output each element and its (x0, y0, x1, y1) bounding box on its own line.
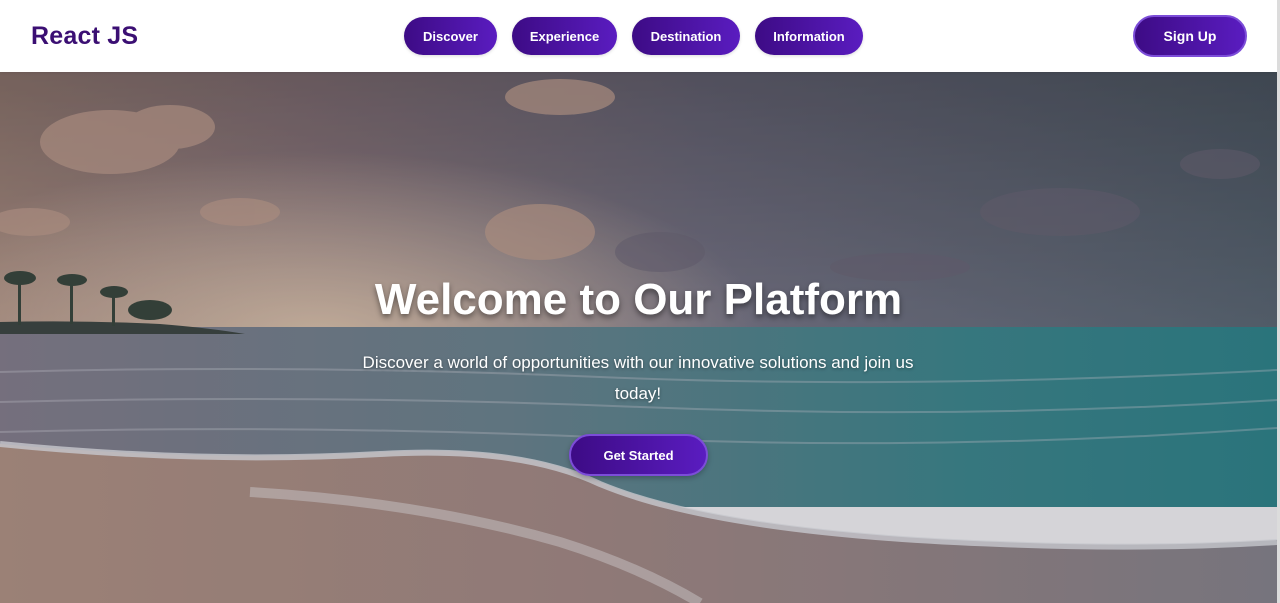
top-navbar: React JS Discover Experience Destination… (0, 0, 1277, 72)
hero-dark-overlay (0, 72, 1277, 603)
nav-experience-button[interactable]: Experience (512, 17, 617, 55)
nav-destination-button[interactable]: Destination (632, 17, 740, 55)
hero-section: Welcome to Our Platform Discover a world… (0, 72, 1277, 603)
nav-discover-button[interactable]: Discover (404, 17, 497, 55)
nav-menu: Discover Experience Destination Informat… (404, 17, 863, 55)
logo[interactable]: React JS (31, 22, 138, 51)
hero-title: Welcome to Our Platform (374, 275, 903, 324)
sign-up-button[interactable]: Sign Up (1133, 15, 1247, 57)
get-started-button[interactable]: Get Started (569, 434, 708, 476)
hero-subtitle: Discover a world of opportunities with o… (362, 353, 914, 403)
nav-information-button[interactable]: Information (755, 17, 863, 55)
